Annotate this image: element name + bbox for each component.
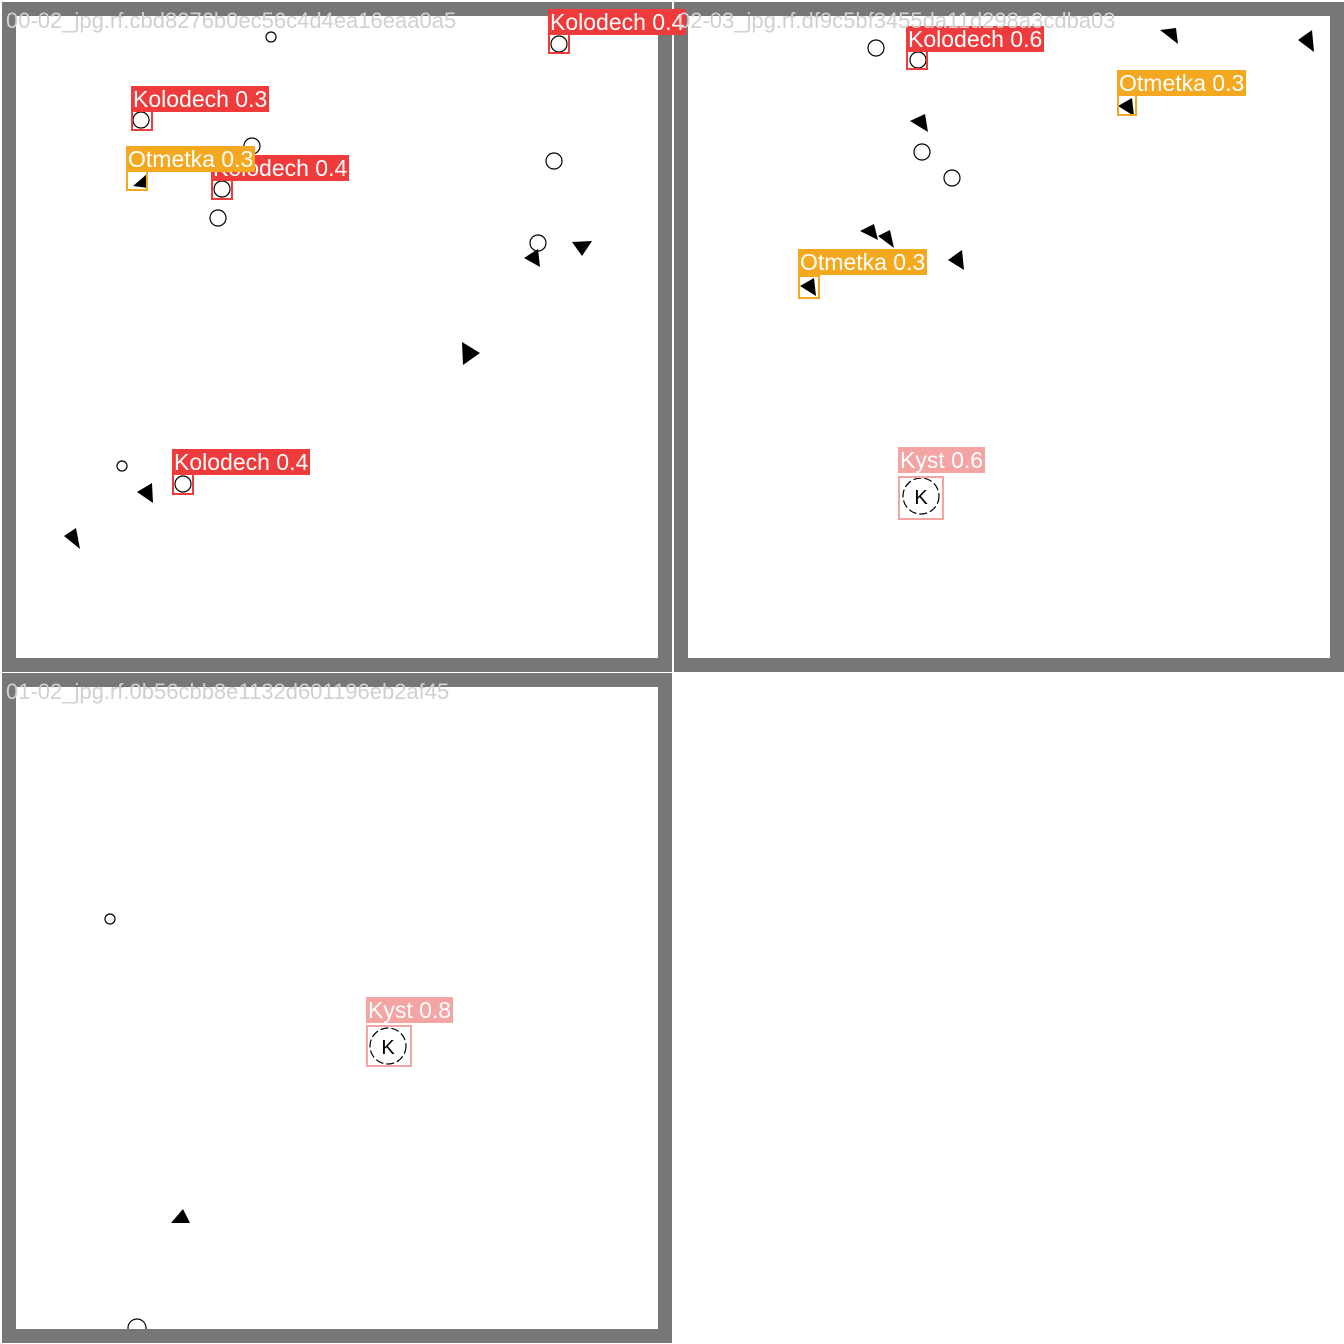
- detection-label: Kolodech 0.4: [548, 9, 687, 35]
- detection-box-kolodech: [172, 473, 194, 495]
- detection-box-kolodech: [211, 178, 233, 200]
- map-symbols: [64, 31, 592, 549]
- elevation-mark-symbol: [948, 250, 964, 270]
- manhole-symbol: [116, 460, 128, 472]
- manhole-symbol: [104, 913, 116, 925]
- detection-label: Kolodech 0.3: [131, 86, 270, 112]
- manhole-symbol: [529, 234, 547, 252]
- detection-label: Otmetka 0.3: [1117, 70, 1247, 96]
- manhole-symbol: [545, 152, 563, 170]
- manhole-symbol: [913, 143, 931, 161]
- elevation-mark-symbol: [462, 342, 480, 365]
- map-symbols: K: [104, 913, 407, 1329]
- detection-label: Kolodech 0.6: [906, 26, 1045, 52]
- mosaic-tile-3: K 01-02_jpg.rf.0b56cbb8e1132d601196eb2af…: [2, 673, 672, 1343]
- elevation-mark-symbol: [524, 249, 540, 267]
- elevation-mark-symbol: [910, 114, 928, 132]
- map-symbols: K: [800, 28, 1314, 515]
- manhole-symbol: [867, 39, 885, 57]
- detection-box-kyst: [366, 1025, 412, 1067]
- manhole-symbol: [127, 1318, 147, 1329]
- elevation-mark-symbol: [64, 528, 80, 549]
- drawing-canvas: K: [16, 687, 658, 1329]
- detection-label: Kyst 0.6: [898, 447, 986, 473]
- elevation-mark-symbol: [572, 241, 592, 256]
- drawing-canvas: K: [688, 16, 1330, 658]
- detection-label: Otmetka 0.3: [126, 146, 256, 172]
- detection-box-kolodech: [548, 32, 570, 54]
- drawing-canvas: [16, 16, 658, 658]
- detection-label: Kolodech 0.4: [172, 449, 311, 475]
- elevation-mark-symbol: [1160, 28, 1178, 44]
- mosaic-tile-1: 00-02_jpg.rf.cbd8276b0ec56c4d4ea16eaa0a5…: [2, 2, 687, 672]
- detection-box-otmetka: [126, 169, 148, 191]
- detection-box-otmetka: [1117, 94, 1137, 116]
- detection-label: Kyst 0.8: [366, 997, 454, 1023]
- detection-label: Otmetka 0.3: [798, 249, 928, 275]
- detection-box-kolodech: [131, 109, 153, 131]
- elevation-mark-symbol: [878, 230, 894, 248]
- elevation-mark-symbol: [137, 483, 153, 503]
- manhole-symbol: [209, 209, 227, 227]
- detection-box-kyst: [898, 476, 944, 520]
- elevation-mark-symbol: [1298, 30, 1314, 52]
- detection-box-otmetka: [798, 275, 820, 299]
- elevation-mark-symbol: [171, 1209, 190, 1223]
- manhole-symbol: [265, 31, 277, 43]
- mosaic-tile-2: K 02-03_jpg.rf.df9c5bf3455da11d298a3cdba…: [674, 2, 1344, 672]
- manhole-symbol: [943, 169, 961, 187]
- elevation-mark-symbol: [860, 224, 878, 240]
